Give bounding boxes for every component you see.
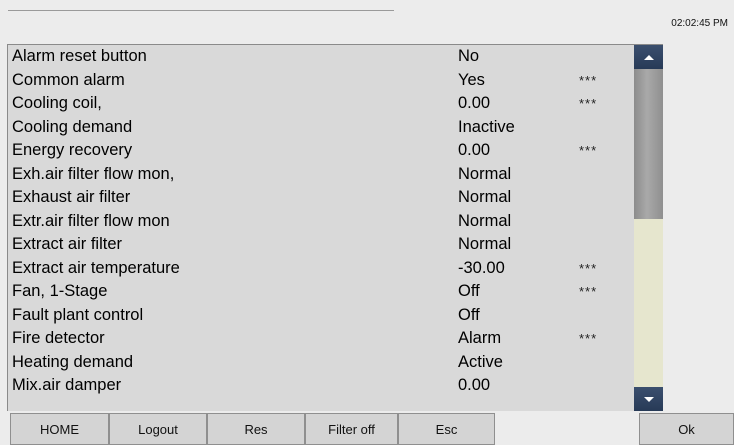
list-item[interactable]: Cooling coil, 0.00 ***	[8, 92, 634, 116]
scroll-down-button[interactable]	[634, 387, 663, 411]
res-button[interactable]: Res	[207, 413, 305, 445]
list-item[interactable]: Fire detector Alarm ***	[8, 327, 634, 351]
item-value: Normal	[458, 188, 512, 206]
list-item[interactable]: Heating demand Active	[8, 351, 634, 375]
item-name: Exhaust air filter	[12, 188, 131, 206]
item-value: 0.00	[458, 94, 491, 112]
scroll-thumb[interactable]	[634, 69, 663, 219]
data-point-list[interactable]: Alarm reset button No Common alarm Yes *…	[7, 44, 634, 411]
item-flag: ***	[579, 143, 598, 158]
list-item[interactable]: Extract air filter Normal	[8, 233, 634, 257]
list-scrollbar[interactable]	[634, 44, 663, 411]
list-item[interactable]: Fault plant control Off	[8, 304, 634, 328]
filter-off-button[interactable]: Filter off	[305, 413, 398, 445]
item-value: 0.00	[458, 141, 491, 159]
item-name: Fire detector	[12, 329, 105, 347]
item-flag: ***	[579, 96, 598, 111]
title-underline	[8, 10, 394, 11]
bottom-toolbar: HOME Logout Res Filter off Esc Ok	[0, 413, 734, 445]
list-item[interactable]: Alarm reset button No	[8, 45, 634, 69]
list-item[interactable]: Fan, 1-Stage Off ***	[8, 280, 634, 304]
item-value: Inactive	[458, 117, 515, 136]
list-item[interactable]: Common alarm Yes ***	[8, 69, 634, 93]
chevron-down-icon	[643, 396, 654, 402]
item-value: Off	[458, 305, 480, 324]
list-item[interactable]: Exhaust air filter Normal	[8, 186, 634, 210]
item-name: Cooling demand	[12, 117, 133, 136]
list-item[interactable]: Extract air temperature -30.00 ***	[8, 257, 634, 281]
scroll-up-button[interactable]	[634, 45, 663, 69]
item-flag: ***	[579, 284, 598, 299]
item-value: Off	[458, 282, 480, 300]
list-item[interactable]: Exh.air filter flow mon, Normal	[8, 163, 634, 187]
item-name: Fault plant control	[12, 305, 144, 324]
item-name: Exh.air filter flow mon,	[12, 164, 175, 183]
item-name: Mix.air damper	[12, 376, 122, 394]
logout-button[interactable]: Logout	[109, 413, 207, 445]
item-value: -30.00	[458, 258, 505, 277]
item-name: Energy recovery	[12, 141, 133, 159]
item-name: Fan, 1-Stage	[12, 282, 108, 300]
item-value: Normal	[458, 211, 512, 230]
item-flag: ***	[579, 331, 598, 346]
item-value: Normal	[458, 235, 512, 253]
item-flag: ***	[579, 260, 598, 276]
item-name: Heating demand	[12, 352, 134, 371]
item-name: Extract air temperature	[12, 258, 180, 277]
item-name: Alarm reset button	[12, 47, 147, 65]
item-name: Cooling coil,	[12, 94, 102, 112]
item-value: Alarm	[458, 329, 502, 347]
ok-button[interactable]: Ok	[639, 413, 734, 445]
item-name: Common alarm	[12, 70, 125, 89]
item-value: No	[458, 47, 480, 65]
esc-button[interactable]: Esc	[398, 413, 495, 445]
item-value: Active	[458, 352, 503, 371]
list-item[interactable]: Mix.air damper 0.00	[8, 374, 634, 398]
chevron-up-icon	[643, 54, 654, 60]
list-item[interactable]: Cooling demand Inactive	[8, 116, 634, 140]
item-value: Yes	[458, 70, 485, 89]
clock: 02:02:45 PM	[671, 18, 728, 29]
item-name: Extract air filter	[12, 235, 123, 253]
home-button[interactable]: HOME	[10, 413, 109, 445]
item-flag: ***	[579, 72, 598, 88]
item-value: Normal	[458, 164, 512, 183]
list-item[interactable]: Energy recovery 0.00 ***	[8, 139, 634, 163]
item-value: 0.00	[458, 376, 491, 394]
item-name: Extr.air filter flow mon	[12, 211, 170, 230]
top-bar: 02:02:45 PM	[0, 0, 734, 44]
list-item[interactable]: Extr.air filter flow mon Normal	[8, 210, 634, 234]
